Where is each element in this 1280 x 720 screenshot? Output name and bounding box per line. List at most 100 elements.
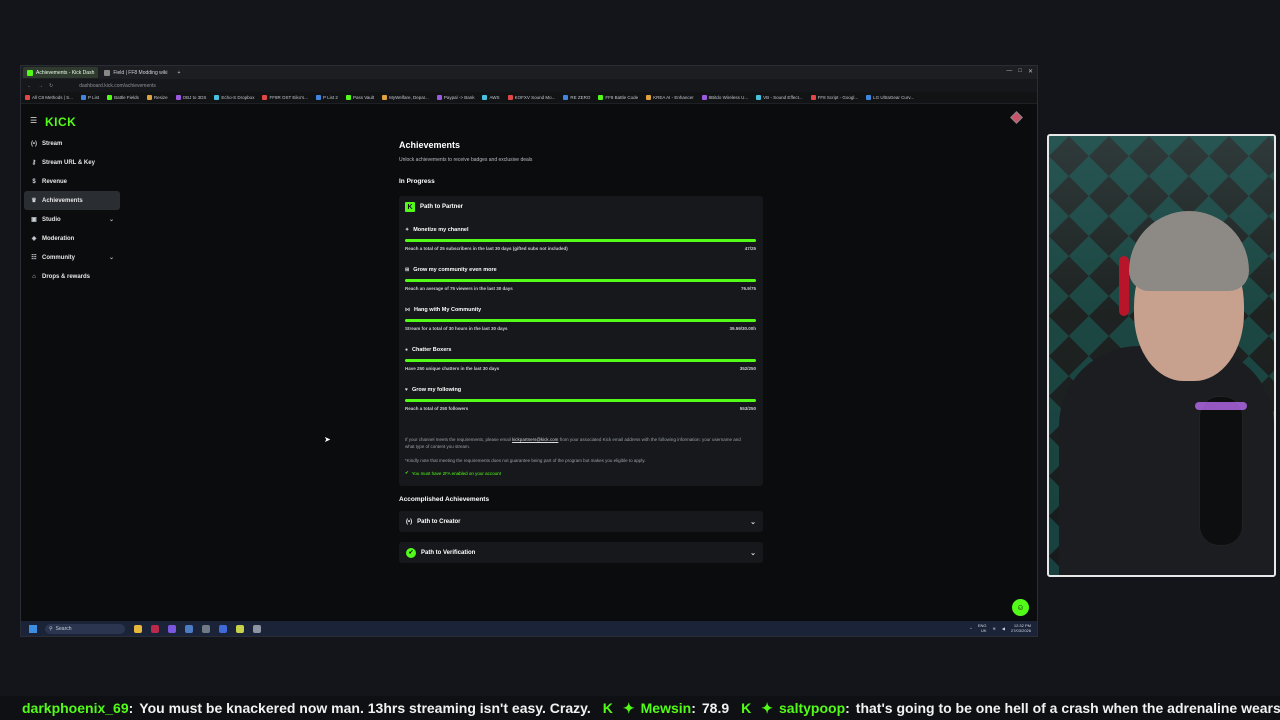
achievement-name: Grow my community even more bbox=[413, 267, 497, 273]
new-tab-icon[interactable]: + bbox=[177, 70, 180, 76]
sidebar-item-studio[interactable]: ▣ Studio ⌄ bbox=[24, 210, 120, 229]
sidebar-item-revenue[interactable]: $ Revenue bbox=[24, 172, 120, 191]
bookmark-item[interactable]: RE ZERO bbox=[563, 95, 590, 100]
sidebar-item-community[interactable]: ☷ Community ⌄ bbox=[24, 248, 120, 267]
bookmark-item[interactable]: OBJ to 3DS bbox=[175, 95, 207, 100]
bookmark-favicon-icon bbox=[382, 95, 388, 100]
progress-bar bbox=[405, 279, 756, 282]
bookmark-favicon-icon bbox=[316, 95, 321, 100]
kick-logo[interactable]: KICK bbox=[45, 115, 76, 129]
chevron-down-icon[interactable]: ⌄ bbox=[109, 216, 114, 223]
sidebar-item-drops-rewards[interactable]: ⌂ Drops & rewards bbox=[24, 267, 120, 286]
chrome-icon[interactable] bbox=[202, 625, 210, 633]
menu-icon[interactable]: ☰ bbox=[30, 116, 37, 125]
accomplished-path-to-creator[interactable]: (•) Path to Creator ⌄ bbox=[399, 511, 763, 532]
bookmarks-bar: All C8 Methods | S... P List Battle Fields… bbox=[21, 92, 1037, 104]
steam-icon[interactable] bbox=[185, 625, 193, 633]
app-icon[interactable] bbox=[236, 625, 244, 633]
bookmark-item[interactable]: All C8 Methods | S... bbox=[25, 95, 73, 100]
bookmark-item[interactable]: Battle Fields bbox=[107, 95, 139, 100]
bookmark-favicon-icon bbox=[507, 95, 513, 100]
forward-icon[interactable]: → bbox=[38, 83, 43, 89]
bookmark-item[interactable]: FF8R OST Eiko's... bbox=[262, 95, 308, 100]
bookmark-item[interactable]: Resize bbox=[146, 95, 168, 100]
tab-ff8-wiki[interactable]: Field | FF8 Modding wiki bbox=[100, 67, 171, 78]
sidebar-item-label: Stream bbox=[42, 140, 63, 147]
date-label: 27/03/2026 bbox=[1010, 628, 1031, 633]
reload-icon[interactable]: ↻ bbox=[49, 83, 53, 89]
back-icon[interactable]: ← bbox=[27, 83, 32, 89]
bookmark-item[interactable]: MyWelfare, Depar... bbox=[382, 95, 429, 100]
sparkle-icon: ✦ bbox=[761, 699, 773, 716]
bookmark-item[interactable]: Echo-S Dropbox bbox=[214, 95, 254, 100]
sidebar-item-label: Drops & rewards bbox=[42, 273, 91, 280]
chevron-down-icon[interactable]: ⌄ bbox=[750, 549, 756, 557]
file-explorer-icon[interactable] bbox=[134, 625, 142, 633]
achievement-description: Reach a total of 250 followers bbox=[405, 406, 469, 411]
progress-bar bbox=[405, 319, 756, 322]
achievement-title-row: ♥ Grow my following bbox=[405, 387, 756, 393]
bookmark-item[interactable]: KREA AI - Enhancer bbox=[646, 95, 694, 100]
bookmark-label: FF8 Script - Googl... bbox=[817, 95, 859, 100]
taskbar-search[interactable]: ⚲ Search bbox=[45, 624, 125, 634]
headphones bbox=[1119, 256, 1129, 316]
app-icon[interactable] bbox=[219, 625, 227, 633]
page-subtitle: Unlock achievements to receive badges an… bbox=[399, 157, 533, 163]
accomplished-path-to-verification[interactable]: ✔ Path to Verification ⌄ bbox=[399, 542, 763, 563]
achievement-description: Stream for a total of 30 hours in the la… bbox=[405, 326, 508, 331]
language-indicator[interactable]: ENG UK bbox=[978, 623, 987, 633]
bookmark-favicon-icon bbox=[345, 95, 351, 100]
sidebar-item-label: Revenue bbox=[42, 178, 68, 185]
sidebar-item-moderation[interactable]: ◈ Moderation bbox=[24, 229, 120, 248]
bookmark-item[interactable]: P List bbox=[80, 95, 100, 100]
chevron-down-icon[interactable]: ⌄ bbox=[109, 254, 114, 261]
avatar[interactable] bbox=[1010, 111, 1023, 124]
bookmark-label: OBJ to 3DS bbox=[182, 95, 207, 100]
wifi-icon[interactable]: ≋ bbox=[993, 626, 996, 631]
bookmark-item[interactable]: P List 2 bbox=[316, 95, 338, 100]
tab-title: Achievements - Kick Dash bbox=[36, 69, 95, 76]
bookmark-label: P List bbox=[87, 95, 100, 100]
maximize-icon[interactable]: □ bbox=[1018, 68, 1022, 75]
sidebar-item-achievements[interactable]: ♛ Achievements bbox=[24, 191, 120, 210]
achievement-description: Reach an average of 75 viewers in the la… bbox=[405, 286, 513, 291]
progress-fill bbox=[405, 279, 756, 282]
bookmark-item[interactable]: FF8 Battle Code bbox=[598, 95, 638, 100]
address-bar: ← → ↻ dashboard.kick.com/achievements bbox=[21, 79, 1037, 92]
progress-bar bbox=[405, 359, 756, 362]
tab-achievements[interactable]: Achievements - Kick Dash bbox=[23, 67, 99, 78]
sidebar-item-label: Stream URL & Key bbox=[42, 159, 95, 166]
bookmark-item[interactable]: 8Bitdo Wireless U... bbox=[701, 95, 748, 100]
sidebar-item-stream[interactable]: (•) Stream bbox=[24, 134, 120, 153]
bookmark-item[interactable]: Paypal -> Bank bbox=[436, 95, 474, 100]
support-chat-button[interactable]: ☺ bbox=[1012, 599, 1029, 616]
note-text: If your channel meets the requirements, … bbox=[405, 437, 513, 442]
close-icon[interactable]: ✕ bbox=[1028, 68, 1033, 75]
achievement-title-row: ● Chatter Boxers bbox=[405, 347, 756, 353]
check-icon: ✔ bbox=[405, 470, 409, 475]
discord-icon[interactable] bbox=[168, 625, 176, 633]
minimize-icon[interactable]: — bbox=[1006, 68, 1012, 75]
mouse-cursor-icon: ➤ bbox=[324, 435, 331, 444]
app-icon[interactable] bbox=[151, 625, 159, 633]
sidebar: (•) Stream ⚷ Stream URL & Key $ Revenue ♛ Achie… bbox=[24, 134, 120, 286]
chevron-down-icon[interactable]: ⌄ bbox=[750, 518, 756, 526]
region-label: UK bbox=[980, 628, 987, 633]
bookmark-item[interactable]: LG UltraGear Curv... bbox=[866, 95, 914, 100]
chat-username: saltypoop bbox=[779, 700, 846, 716]
settings-icon[interactable] bbox=[253, 625, 261, 633]
bookmark-item[interactable]: AWS bbox=[482, 95, 500, 100]
bookmark-item[interactable]: KOFXV Sound Mo... bbox=[507, 95, 555, 100]
bookmark-item[interactable]: FF8 Script - Googl... bbox=[810, 95, 859, 100]
bookmark-item[interactable]: VB - Sound Effect... bbox=[756, 95, 803, 100]
url-field[interactable]: dashboard.kick.com/achievements bbox=[79, 83, 156, 89]
email-link[interactable]: kickpartners@kick.com bbox=[512, 437, 558, 442]
bookmark-item[interactable]: Pass Vault bbox=[345, 95, 374, 100]
windows-start-icon[interactable] bbox=[29, 625, 37, 633]
chevron-up-icon[interactable]: ^ bbox=[970, 626, 972, 631]
clock[interactable]: 12:32 PM 27/03/2026 bbox=[1011, 623, 1031, 633]
bookmark-label: LG UltraGear Curv... bbox=[873, 95, 915, 100]
achievement-row: ♥ Grow my following Reach a total of 250 f… bbox=[405, 387, 756, 411]
sidebar-item-stream-url-key[interactable]: ⚷ Stream URL & Key bbox=[24, 153, 120, 172]
volume-icon[interactable]: ◀ bbox=[1002, 626, 1005, 631]
